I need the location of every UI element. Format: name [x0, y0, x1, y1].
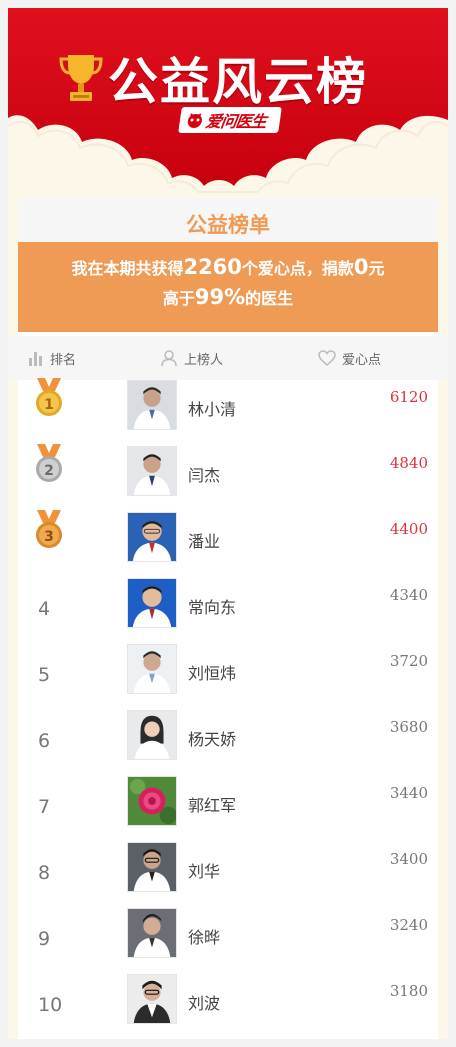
- rank-number: 7: [38, 796, 51, 818]
- avatar: [127, 446, 177, 496]
- person-icon: [161, 350, 177, 367]
- brand-logo-text: 爱问医生: [204, 112, 268, 131]
- points-value: 3180: [389, 982, 428, 1000]
- points-value: 3400: [389, 850, 428, 868]
- avatar: [127, 512, 177, 562]
- avatar: [127, 776, 177, 826]
- column-rank-label: 排名: [50, 352, 77, 368]
- column-points-label: 爱心点: [342, 352, 382, 368]
- column-rank: 排名: [28, 336, 76, 380]
- ranking-row[interactable]: 3 潘业 4400: [18, 510, 438, 578]
- avatar: [127, 842, 177, 892]
- ranking-row[interactable]: 6 杨天娇 3680: [18, 710, 438, 776]
- avatar: [127, 974, 177, 1024]
- ranking-row[interactable]: 10 刘波 3180: [18, 974, 438, 1039]
- medal-number: 3: [44, 529, 54, 545]
- ranking-row[interactable]: 9 徐晔 3240: [18, 908, 438, 974]
- ranking-row[interactable]: 7 郭红军 3440: [18, 776, 438, 842]
- doctor-name: 潘业: [188, 532, 221, 551]
- doctor-name: 刘恒炜: [188, 664, 237, 683]
- doctor-name: 闫杰: [188, 466, 221, 485]
- ranking-row[interactable]: 8 刘华 3400: [18, 842, 438, 908]
- points-value: 3720: [389, 652, 428, 670]
- brand-logo[interactable]: 爱问医生: [178, 107, 282, 133]
- medal-number: 2: [44, 463, 54, 479]
- column-header: 排名 上榜人 爱心点: [8, 336, 448, 380]
- avatar: [127, 578, 177, 628]
- rank-number: 6: [38, 730, 51, 752]
- column-person-label: 上榜人: [184, 352, 224, 368]
- column-person: 上榜人: [160, 336, 223, 380]
- banner-title-row: 公益风云榜: [58, 42, 368, 114]
- rank-number: 8: [38, 862, 51, 884]
- summary-text: 的医生: [245, 289, 294, 308]
- summary-banner: 我在本期共获得2260个爱心点，捐款0元 高于99%的医生: [18, 242, 438, 332]
- silver-medal-icon: 2: [36, 444, 62, 482]
- rank-number: 5: [38, 664, 51, 686]
- points-value: 3680: [389, 718, 428, 736]
- summary-donation: 0: [353, 255, 369, 279]
- points-value: 4840: [389, 454, 428, 472]
- page-frame: 公益风云榜 爱问医生 公益榜单 我在本期共获得2260个爱心点，捐款0元 高于9…: [8, 8, 448, 1039]
- doctor-name: 杨天娇: [188, 730, 237, 749]
- points-value: 3440: [389, 784, 428, 802]
- summary-points: 2260: [183, 255, 242, 279]
- points-value: 6120: [389, 388, 428, 406]
- doctor-name: 刘波: [188, 994, 221, 1013]
- points-value: 3240: [389, 916, 428, 934]
- summary-text: 个爱心点，捐款: [241, 259, 354, 278]
- summary-line-1: 我在本期共获得2260个爱心点，捐款0元: [18, 252, 438, 284]
- rank-number: 4: [38, 598, 51, 620]
- bronze-medal-icon: 3: [36, 510, 62, 548]
- doctor-name: 郭红军: [188, 796, 237, 815]
- column-points: 爱心点: [318, 336, 381, 380]
- avatar: [127, 908, 177, 958]
- summary-text: 我在本期共获得: [71, 259, 184, 278]
- doctor-name: 常向东: [188, 598, 237, 617]
- points-value: 4400: [389, 520, 428, 538]
- heart-icon: [318, 350, 336, 366]
- ranking-row[interactable]: 5 刘恒炜 3720: [18, 644, 438, 710]
- ranking-row[interactable]: 4 常向东 4340: [18, 578, 438, 644]
- avatar: [127, 380, 177, 430]
- avatar: [127, 644, 177, 694]
- medal-number: 1: [44, 397, 54, 413]
- avatar: [127, 710, 177, 760]
- summary-line-2: 高于99%的医生: [18, 282, 438, 314]
- summary-percent: 99%: [194, 285, 246, 309]
- rank-number: 10: [38, 994, 63, 1016]
- points-value: 4340: [389, 586, 428, 604]
- gold-medal-icon: 1: [36, 378, 62, 416]
- leaderboard-card: 公益榜单 我在本期共获得2260个爱心点，捐款0元 高于99%的医生 排名 上榜…: [8, 198, 448, 1039]
- rank-number: 9: [38, 928, 51, 950]
- summary-text: 元: [368, 259, 385, 278]
- banner: 公益风云榜 爱问医生: [8, 8, 448, 198]
- ranking-row[interactable]: 2 闫杰 4840: [18, 444, 438, 512]
- doctor-name: 林小清: [188, 400, 237, 419]
- doctor-name: 徐晔: [188, 928, 221, 947]
- summary-text: 高于: [162, 289, 195, 308]
- ranking-row[interactable]: 1 林小清 6120: [18, 378, 438, 446]
- trophy-icon: [59, 55, 103, 101]
- brand-logo-icon: [187, 113, 202, 128]
- bar-chart-icon: [29, 352, 42, 366]
- banner-title: 公益风云榜: [108, 53, 368, 111]
- doctor-name: 刘华: [188, 862, 221, 881]
